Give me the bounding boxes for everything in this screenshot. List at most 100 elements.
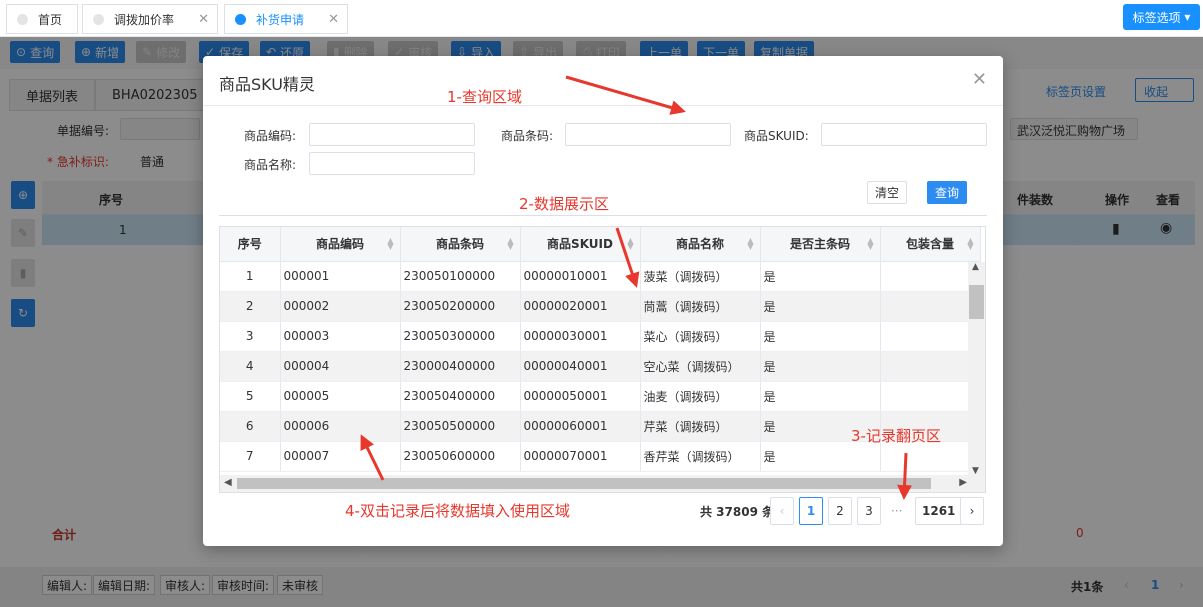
pager-total: 共 37809 条 [700, 505, 775, 519]
cell-pack [880, 381, 981, 412]
cell-seq: 1 [220, 261, 281, 292]
annotation-doubleclick: 4-双击记录后将数据填入使用区域 [345, 502, 570, 520]
cell-barcode: 230050100000 [400, 261, 521, 292]
cell-skuid: 00000060001 [520, 411, 641, 442]
next-page-button[interactable]: › [960, 497, 984, 525]
cell-seq: 5 [220, 381, 281, 412]
col-barcode[interactable]: 商品条码 ▲ ▼ [400, 227, 521, 262]
cell-barcode: 230050600000 [400, 441, 521, 472]
cell-name: 茼蒿（调拨码） [640, 291, 761, 322]
col-is-main-barcode[interactable]: 是否主条码 ▲ ▼ [760, 227, 881, 262]
scroll-right-icon[interactable]: ▶ [959, 477, 967, 488]
cell-seq: 4 [220, 351, 281, 382]
page-1-label: 1 [806, 504, 816, 518]
sort-icon[interactable]: ▲ ▼ [507, 237, 513, 251]
cell-skuid: 00000050001 [520, 381, 641, 412]
table-header-row: 序号 商品编码 ▲ ▼ 商品条码 ▲ ▼ 商品SKUID ▲ ▼ 商品名称 ▲ ▼ 是否主条码 ▲… [220, 227, 981, 262]
page-3-button[interactable]: 3 [857, 497, 881, 525]
barcode-label: 商品条码: [501, 129, 554, 143]
sort-icon[interactable]: ▲ ▼ [867, 237, 873, 251]
scrollbar-thumb[interactable] [969, 285, 984, 319]
col-name[interactable]: 商品名称 ▲ ▼ [640, 227, 761, 262]
page-last-label: 1261 [922, 504, 956, 518]
col-code[interactable]: 商品编码 ▲ ▼ [280, 227, 401, 262]
annotation-query-area: 1-查询区域 [447, 88, 522, 106]
horizontal-scrollbar[interactable]: ◀ ▶ [220, 475, 985, 492]
tab-dot-icon [93, 13, 104, 25]
annotation-pager-area: 3-记录翻页区 [851, 427, 941, 445]
pager-ellipsis[interactable]: ··· [891, 504, 902, 518]
tab-label: 调拨加价率 [114, 12, 175, 27]
table-row[interactable]: 1 000001 230050100000 00000010001 菠菜（调拨码）是 [220, 261, 981, 292]
cell-pack [880, 291, 981, 322]
tag-options-button[interactable]: 标签选项 ▾ [1123, 4, 1200, 30]
scroll-up-icon[interactable]: ▲ [972, 262, 979, 272]
tab-home[interactable]: 首页 [6, 4, 78, 34]
cell-main: 是 [760, 321, 881, 352]
table-row[interactable]: 5 000005 230050400000 00000050001 油麦（调拨码）是 [220, 381, 981, 412]
divider [219, 215, 987, 216]
name-input[interactable] [309, 152, 475, 175]
sku-table: 序号 商品编码 ▲ ▼ 商品条码 ▲ ▼ 商品SKUID ▲ ▼ 商品名称 ▲ ▼ 是否主条码 ▲… [219, 226, 986, 493]
table-row[interactable]: 4 000004 230000400000 00000040001 空心菜（调拨码）是 [220, 351, 981, 382]
page-2-button[interactable]: 2 [828, 497, 852, 525]
col-pack-qty[interactable]: 包装含量 ▲ ▼ [880, 227, 981, 262]
skuid-input[interactable] [821, 123, 987, 146]
tag-options-label: 标签选项 [1132, 10, 1181, 25]
code-input[interactable] [309, 123, 475, 146]
col-seq: 序号 [220, 227, 281, 262]
cell-code: 000006 [280, 411, 401, 442]
divider [203, 105, 1003, 106]
scroll-left-icon[interactable]: ◀ [224, 477, 232, 488]
sku-picker-dialog: 商品SKU精灵 ✕ 商品编码: 商品条码: 商品SKUID: 商品名称: 清空 … [203, 56, 1003, 546]
tab-dot-icon [235, 13, 246, 25]
sort-icon[interactable]: ▲ ▼ [627, 237, 633, 251]
sort-icon[interactable]: ▲ ▼ [747, 237, 753, 251]
cell-name: 空心菜（调拨码） [640, 351, 761, 382]
cell-seq: 3 [220, 321, 281, 352]
cell-code: 000002 [280, 291, 401, 322]
col-skuid-label: 商品SKUID [547, 237, 613, 252]
col-barcode-label: 商品条码 [435, 237, 484, 252]
sort-icon[interactable]: ▲ ▼ [387, 237, 393, 251]
close-icon[interactable]: ✕ [198, 12, 209, 27]
cell-skuid: 00000030001 [520, 321, 641, 352]
tab-replenish-request[interactable]: 补货申请 ✕ [224, 4, 348, 34]
query-button[interactable]: 查询 [927, 181, 967, 204]
cell-code: 000001 [280, 261, 401, 292]
code-label: 商品编码: [244, 129, 297, 143]
close-icon[interactable]: ✕ [328, 12, 339, 27]
clear-button[interactable]: 清空 [867, 181, 907, 204]
page-3-label: 3 [865, 504, 873, 518]
query-label: 查询 [934, 186, 959, 200]
tab-bar: 首页 调拨加价率 ✕ 补货申请 ✕ 标签选项 ▾ [0, 0, 1203, 37]
page-1-button[interactable]: 1 [799, 497, 823, 525]
col-code-label: 商品编码 [315, 237, 364, 252]
dialog-title: 商品SKU精灵 [219, 75, 315, 94]
cell-pack [880, 351, 981, 382]
cell-seq: 7 [220, 441, 281, 472]
prev-page-button[interactable]: ‹ [770, 497, 794, 525]
tab-transfer-markup[interactable]: 调拨加价率 ✕ [82, 4, 218, 34]
close-icon[interactable]: ✕ [972, 69, 987, 90]
cell-main: 是 [760, 351, 881, 382]
cell-skuid: 00000040001 [520, 351, 641, 382]
sort-icon[interactable]: ▲ ▼ [967, 237, 973, 251]
table-row[interactable]: 3 000003 230050300000 00000030001 菜心（调拨码）是 [220, 321, 981, 352]
table-row[interactable]: 2 000002 230050200000 00000020001 茼蒿（调拨码）是 [220, 291, 981, 322]
cell-barcode: 230050300000 [400, 321, 521, 352]
cell-name: 油麦（调拨码） [640, 381, 761, 412]
scrollbar-thumb[interactable] [237, 478, 931, 489]
col-name-label: 商品名称 [675, 237, 724, 252]
vertical-scrollbar[interactable]: ▲ ▼ [968, 262, 985, 476]
cell-barcode: 230000400000 [400, 351, 521, 382]
page-last-button[interactable]: 1261 [915, 497, 963, 525]
cell-pack [880, 261, 981, 292]
cell-code: 000007 [280, 441, 401, 472]
col-skuid[interactable]: 商品SKUID ▲ ▼ [520, 227, 641, 262]
cell-name: 芹菜（调拨码） [640, 411, 761, 442]
cell-name: 香芹菜（调拨码） [640, 441, 761, 472]
tab-label: 补货申请 [256, 12, 305, 27]
barcode-input[interactable] [565, 123, 731, 146]
cell-barcode: 230050400000 [400, 381, 521, 412]
